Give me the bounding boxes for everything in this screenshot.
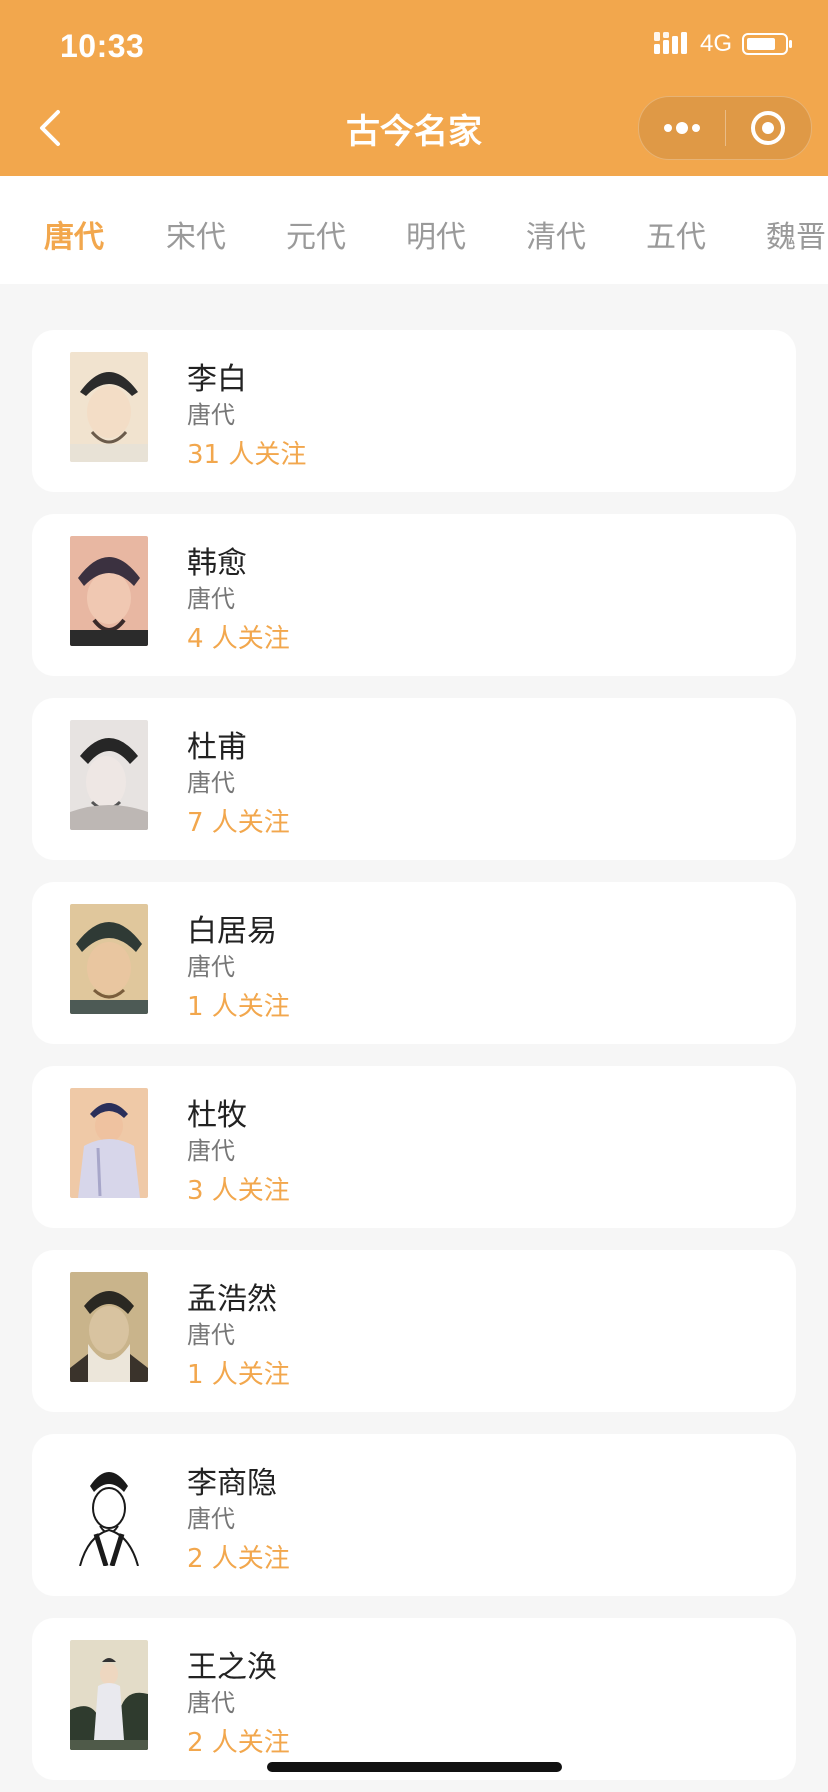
poet-card[interactable]: 王之涣 唐代 2 人关注 [32, 1618, 796, 1780]
portrait-image [70, 904, 148, 1014]
tab-weijin[interactable]: 魏晋 [766, 212, 826, 256]
poet-name: 白居易 [187, 914, 277, 949]
capsule-menu [638, 96, 812, 160]
follower-count: 2 人关注 [187, 1544, 290, 1574]
poet-name: 杜牧 [187, 1098, 247, 1133]
follower-count: 4 人关注 [187, 624, 290, 654]
follower-count: 7 人关注 [187, 808, 290, 838]
portrait-image [70, 1640, 148, 1750]
follower-count: 1 人关注 [187, 992, 290, 1022]
network-label: 4G [699, 30, 732, 57]
poet-name: 杜甫 [187, 730, 247, 765]
poet-card[interactable]: 孟浩然 唐代 1 人关注 [32, 1250, 796, 1412]
poet-dynasty: 唐代 [187, 401, 235, 429]
tab-tang[interactable]: 唐代 [44, 212, 104, 256]
portrait-image [70, 536, 148, 646]
poet-name: 王之涣 [187, 1650, 277, 1685]
poet-name: 孟浩然 [187, 1282, 277, 1317]
portrait-image [70, 1088, 148, 1198]
portrait-image [70, 720, 148, 830]
poet-card[interactable]: 白居易 唐代 1 人关注 [32, 882, 796, 1044]
close-miniprogram-button[interactable] [726, 97, 812, 159]
status-time: 10:33 [60, 28, 145, 64]
poet-dynasty: 唐代 [187, 1321, 235, 1349]
poet-dynasty: 唐代 [187, 1505, 235, 1533]
tab-wudai[interactable]: 五代 [646, 212, 706, 256]
poet-dynasty: 唐代 [187, 769, 235, 797]
poet-card[interactable]: 杜甫 唐代 7 人关注 [32, 698, 796, 860]
tab-yuan[interactable]: 元代 [286, 212, 346, 256]
more-icon [663, 122, 700, 134]
poet-dynasty: 唐代 [187, 953, 235, 981]
poet-name: 李白 [187, 362, 247, 397]
poet-dynasty: 唐代 [187, 1137, 235, 1165]
portrait-image [70, 352, 148, 462]
follower-count: 2 人关注 [187, 1728, 290, 1758]
poet-card[interactable]: 李商隐 唐代 2 人关注 [32, 1434, 796, 1596]
tab-qing[interactable]: 清代 [526, 212, 586, 256]
portrait-image [70, 1272, 148, 1382]
poet-name: 韩愈 [187, 546, 247, 581]
nav-bar: 10:33 4G 古今名家 [0, 0, 828, 176]
poet-name: 李商隐 [187, 1466, 277, 1501]
poet-dynasty: 唐代 [187, 1689, 235, 1717]
home-indicator[interactable] [267, 1762, 562, 1772]
more-button[interactable] [639, 97, 725, 159]
follower-count: 1 人关注 [187, 1360, 290, 1390]
target-icon [751, 111, 786, 145]
poet-card[interactable]: 李白 唐代 31 人关注 [32, 330, 796, 492]
portrait-image [70, 1456, 148, 1566]
status-indicators: 4G [653, 30, 792, 58]
battery-icon [742, 33, 792, 55]
poet-card[interactable]: 杜牧 唐代 3 人关注 [32, 1066, 796, 1228]
follower-count: 31 人关注 [187, 440, 307, 470]
dynasty-tabs: 唐代 宋代 元代 明代 清代 五代 魏晋 [0, 176, 828, 284]
signal-icon [653, 32, 687, 54]
tab-ming[interactable]: 明代 [406, 212, 466, 256]
tab-song[interactable]: 宋代 [166, 212, 226, 256]
follower-count: 3 人关注 [187, 1176, 290, 1206]
poet-dynasty: 唐代 [187, 585, 235, 613]
poet-card[interactable]: 韩愈 唐代 4 人关注 [32, 514, 796, 676]
